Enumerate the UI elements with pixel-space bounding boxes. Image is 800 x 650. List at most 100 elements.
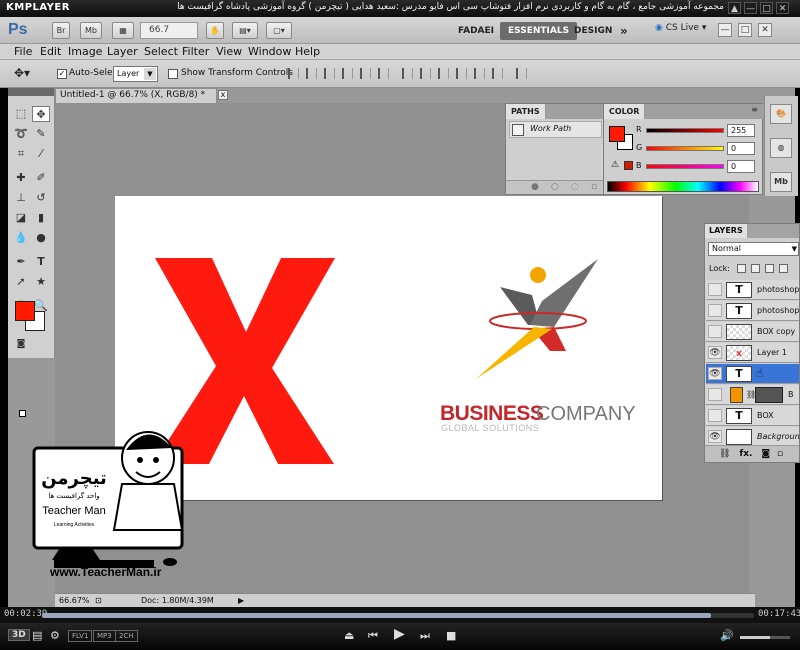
link-layers-icon[interactable]: ⛓ <box>719 449 730 459</box>
settings-gear-icon[interactable]: ⚙ <box>50 629 60 643</box>
fill-path-icon[interactable]: ● <box>531 182 539 192</box>
align-hcenter-icon[interactable] <box>360 68 371 79</box>
eye-icon[interactable]: 👁 <box>708 346 722 359</box>
ps-close-button[interactable]: ✕ <box>758 23 772 37</box>
show-transform-checkbox[interactable] <box>168 69 178 79</box>
screen-mode-button[interactable]: ▢▾ <box>266 22 292 39</box>
mini-bridge-button[interactable]: Mb <box>80 22 102 39</box>
color-dock-icon[interactable]: 🎨 <box>770 104 792 124</box>
mini-bridge-dock-icon[interactable]: Mb <box>770 172 792 192</box>
cs-live-button[interactable]: ◉ CS Live ▾ <box>655 23 706 33</box>
menu-layer[interactable]: Layer <box>107 45 138 58</box>
tab-layers[interactable]: LAYERS <box>705 224 747 238</box>
quick-mask-icon[interactable]: ◙ <box>12 336 30 352</box>
visibility-toggle[interactable] <box>708 325 722 338</box>
styles-dock-icon[interactable]: ◍ <box>770 138 792 158</box>
align-left-icon[interactable] <box>342 68 353 79</box>
layer-row[interactable]: BOX copy <box>706 322 799 342</box>
out-of-gamut-warning-icon[interactable]: ⚠ <box>611 161 621 170</box>
seek-track[interactable] <box>42 613 754 618</box>
zoom-level-field[interactable]: 66.7 <box>140 22 198 39</box>
move-tool-preset-icon[interactable]: ✥▾ <box>14 66 30 80</box>
status-menu-icon[interactable]: ▶ <box>238 594 244 607</box>
layer-row[interactable]: ⛓ B <box>706 385 799 405</box>
distribute-left-icon[interactable] <box>456 68 467 79</box>
extras-button[interactable]: ▦ <box>112 22 134 39</box>
playlist-icon[interactable]: ▤ <box>32 629 42 643</box>
panel-menu-icon[interactable]: ≡ <box>751 105 758 114</box>
clone-stamp-tool-icon[interactable]: ⊥ <box>12 190 30 206</box>
lock-position-icon[interactable] <box>765 264 774 273</box>
type-tool-icon[interactable]: T <box>32 254 50 270</box>
speaker-icon[interactable]: 🔊 <box>720 629 734 643</box>
marquee-tool-icon[interactable]: ⬚ <box>12 106 30 122</box>
player-close-button[interactable]: ✕ <box>776 2 789 14</box>
channel-b-slider[interactable] <box>646 164 724 169</box>
document-tab[interactable]: Untitled-1 @ 66.7% (X, RGB/8) * x <box>55 88 228 103</box>
player-minimize-button[interactable]: — <box>744 2 757 14</box>
auto-select-checkbox[interactable]: ✓ <box>57 69 67 79</box>
more-workspaces-icon[interactable]: » <box>612 22 636 40</box>
align-bottom-icon[interactable] <box>324 68 335 79</box>
distribute-top-icon[interactable] <box>402 68 413 79</box>
pen-tool-icon[interactable]: ✒ <box>12 254 30 270</box>
blur-tool-icon[interactable]: 💧 <box>12 230 30 246</box>
next-icon[interactable]: ⏭ <box>420 629 430 643</box>
menu-filter[interactable]: Filter <box>182 45 209 58</box>
layer-row[interactable]: T photoshop <box>706 280 799 300</box>
lock-transparent-icon[interactable] <box>737 264 746 273</box>
gradient-tool-icon[interactable]: ▮ <box>32 210 50 226</box>
blend-mode-dropdown[interactable]: Normal ▼ <box>708 242 799 256</box>
status-icon[interactable]: ⊡ <box>95 594 102 607</box>
player-pin-button[interactable]: ▲ <box>728 2 741 14</box>
channel-g-value[interactable]: 0 <box>727 142 755 155</box>
history-brush-tool-icon[interactable]: ↺ <box>32 190 50 206</box>
menu-image[interactable]: Image <box>68 45 102 58</box>
crop-tool-icon[interactable]: ⌗ <box>12 146 30 162</box>
visibility-toggle[interactable] <box>708 388 722 401</box>
channel-b-value[interactable]: 0 <box>727 160 755 173</box>
arrange-documents-button[interactable]: ▤▾ <box>232 22 258 39</box>
auto-select-dropdown[interactable]: Layer ▼ <box>113 66 158 82</box>
player-logo[interactable]: KMPLAYER <box>6 2 70 13</box>
play-icon[interactable]: ▶ <box>394 627 405 641</box>
visibility-toggle[interactable] <box>708 283 722 296</box>
align-vcenter-icon[interactable] <box>306 68 317 79</box>
tab-paths[interactable]: PATHS <box>506 104 546 119</box>
layer-row[interactable]: T BOX <box>706 406 799 426</box>
default-colors-icon[interactable] <box>19 410 26 417</box>
color-spectrum-ramp[interactable] <box>607 181 759 192</box>
menu-view[interactable]: View <box>216 45 242 58</box>
channel-r-value[interactable]: 255 <box>727 124 755 137</box>
layer-row-selected[interactable]: 👁 T ☝ <box>706 364 799 384</box>
align-right-icon[interactable] <box>378 68 389 79</box>
menu-window[interactable]: Window <box>248 45 291 58</box>
3d-mode-button[interactable]: 3D <box>8 629 30 641</box>
layer-row[interactable]: T photoshop <box>706 301 799 321</box>
status-zoom[interactable]: 66.67% <box>59 594 90 607</box>
foreground-color-swatch[interactable] <box>15 301 35 321</box>
layer-row[interactable]: 👁 Background <box>706 427 800 447</box>
eraser-tool-icon[interactable]: ◪ <box>12 210 30 226</box>
volume-slider[interactable] <box>740 636 790 639</box>
path-row[interactable]: Work Path <box>509 121 602 138</box>
load-selection-icon[interactable]: ◌ <box>571 182 579 192</box>
watermark-url[interactable]: www.TeacherMan.ir <box>50 565 161 579</box>
tools-panel-header[interactable] <box>8 88 54 96</box>
close-icon[interactable]: x <box>218 90 228 100</box>
distribute-right-icon[interactable] <box>492 68 503 79</box>
eye-icon[interactable]: 👁 <box>708 367 722 380</box>
quick-select-tool-icon[interactable]: ✎ <box>32 126 50 142</box>
stroke-path-icon[interactable]: ○ <box>551 182 559 192</box>
menu-edit[interactable]: Edit <box>40 45 61 58</box>
menu-file[interactable]: File <box>14 45 32 58</box>
channel-g-slider[interactable] <box>646 146 724 151</box>
previous-icon[interactable]: ⏮ <box>368 629 378 643</box>
hand-view-button[interactable]: ✋ <box>206 22 224 39</box>
distribute-bottom-icon[interactable] <box>438 68 449 79</box>
channel-r-slider[interactable] <box>646 128 724 133</box>
color-panel-foreground-swatch[interactable] <box>609 126 625 142</box>
visibility-toggle[interactable] <box>708 304 722 317</box>
layer-row[interactable]: 👁 x Layer 1 <box>706 343 799 363</box>
lock-image-icon[interactable] <box>751 264 760 273</box>
